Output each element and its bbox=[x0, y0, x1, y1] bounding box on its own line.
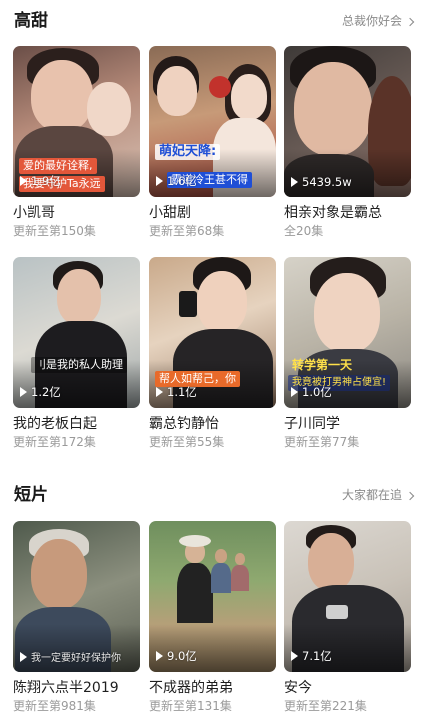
view-count: 7.1亿 bbox=[291, 648, 332, 664]
video-title: 霸总钓静怡 bbox=[149, 416, 219, 432]
more-label: 总裁你好会 bbox=[341, 14, 402, 28]
video-title: 不成器的弟弟 bbox=[149, 680, 233, 696]
thumbnail-caption: 刂是我的私人助理 bbox=[31, 357, 127, 373]
play-icon bbox=[156, 651, 163, 661]
update-status: 更新至第221集 bbox=[284, 699, 367, 713]
play-icon bbox=[156, 387, 163, 397]
video-thumbnail[interactable]: 我一定要好好保护你 bbox=[13, 521, 140, 672]
video-thumbnail[interactable]: 9.0亿 bbox=[149, 521, 276, 672]
video-card[interactable]: 刂是我的私人助理 1.2亿 我的老板白起 更新至第172集 bbox=[13, 257, 140, 450]
video-title: 我的老板白起 bbox=[13, 416, 97, 432]
section-header-sweet: 高甜 总裁你好会 bbox=[0, 6, 427, 36]
view-count: 1.6亿 bbox=[156, 173, 197, 189]
update-status: 更新至第131集 bbox=[149, 699, 232, 713]
update-status: 更新至第68集 bbox=[149, 224, 225, 238]
update-status: 更新至第55集 bbox=[149, 435, 225, 449]
video-card[interactable]: 帮人如帮己，你 1.1亿 霸总钓静怡 更新至第55集 bbox=[149, 257, 276, 450]
view-count: 5439.5w bbox=[291, 175, 352, 189]
update-status: 更新至第172集 bbox=[13, 435, 96, 449]
video-title: 小甜剧 bbox=[149, 205, 191, 221]
video-title: 陈翔六点半2019 bbox=[13, 680, 119, 696]
update-status: 更新至第150集 bbox=[13, 224, 96, 238]
section-title: 高甜 bbox=[14, 11, 48, 31]
chevron-right-icon bbox=[405, 491, 415, 500]
section-more-link[interactable]: 总裁你好会 bbox=[341, 6, 415, 36]
video-thumbnail[interactable]: 刂是我的私人助理 1.2亿 bbox=[13, 257, 140, 408]
more-label: 大家都在追 bbox=[341, 488, 402, 502]
view-count: 1.1亿 bbox=[156, 384, 197, 400]
play-icon bbox=[291, 651, 298, 661]
update-status: 更新至第981集 bbox=[13, 699, 96, 713]
video-title: 安今 bbox=[284, 680, 312, 696]
play-icon bbox=[20, 176, 27, 186]
video-title: 子川同学 bbox=[284, 416, 340, 432]
play-icon bbox=[20, 651, 27, 662]
view-count: 9.0亿 bbox=[156, 648, 197, 664]
video-title: 小凯哥 bbox=[13, 205, 55, 221]
video-thumbnail[interactable]: 转学第一天 我竟被打男神占便宜! 1.0亿 bbox=[284, 257, 411, 408]
play-icon bbox=[291, 387, 298, 397]
video-thumbnail[interactable]: 爱的最好诠释, 我要守护Ta永远 1.9亿 bbox=[13, 46, 140, 197]
video-card[interactable]: 9.0亿 不成器的弟弟 更新至第131集 bbox=[149, 521, 276, 714]
thumbnail-caption: 爱的最好诠释, bbox=[19, 158, 97, 174]
video-card[interactable]: 5439.5w 相亲对象是霸总 全20集 bbox=[284, 46, 411, 239]
play-icon bbox=[20, 387, 27, 397]
section-more-link[interactable]: 大家都在追 bbox=[341, 480, 415, 510]
play-icon bbox=[291, 177, 298, 187]
section-header-shorts: 短片 大家都在追 bbox=[0, 480, 427, 510]
video-thumbnail[interactable]: 7.1亿 bbox=[284, 521, 411, 672]
video-card[interactable]: 我一定要好好保护你 陈翔六点半2019 更新至第981集 bbox=[13, 521, 140, 714]
view-count: 1.9亿 bbox=[20, 173, 61, 189]
video-thumbnail[interactable]: 萌妃天降: 霸道冷王甚不得 1.6亿 bbox=[149, 46, 276, 197]
video-thumbnail[interactable]: 帮人如帮己，你 1.1亿 bbox=[149, 257, 276, 408]
video-thumbnail[interactable]: 5439.5w bbox=[284, 46, 411, 197]
video-card[interactable]: 萌妃天降: 霸道冷王甚不得 1.6亿 小甜剧 更新至第68集 bbox=[149, 46, 276, 239]
video-card[interactable]: 转学第一天 我竟被打男神占便宜! 1.0亿 子川同学 更新至第77集 bbox=[284, 257, 411, 450]
thumbnail-caption: 转学第一天 bbox=[292, 358, 353, 372]
play-icon bbox=[156, 176, 163, 186]
video-card[interactable]: 爱的最好诠释, 我要守护Ta永远 1.9亿 小凯哥 更新至第150集 bbox=[13, 46, 140, 239]
chevron-right-icon bbox=[405, 17, 415, 26]
view-count: 1.2亿 bbox=[20, 384, 61, 400]
section-title: 短片 bbox=[14, 485, 48, 505]
update-status: 全20集 bbox=[284, 224, 324, 238]
view-count: 1.0亿 bbox=[291, 384, 332, 400]
view-count: 我一定要好好保护你 bbox=[20, 649, 121, 664]
video-title: 相亲对象是霸总 bbox=[284, 205, 382, 221]
thumbnail-caption: 萌妃天降: bbox=[155, 144, 221, 160]
video-card[interactable]: 7.1亿 安今 更新至第221集 bbox=[284, 521, 411, 714]
update-status: 更新至第77集 bbox=[284, 435, 360, 449]
